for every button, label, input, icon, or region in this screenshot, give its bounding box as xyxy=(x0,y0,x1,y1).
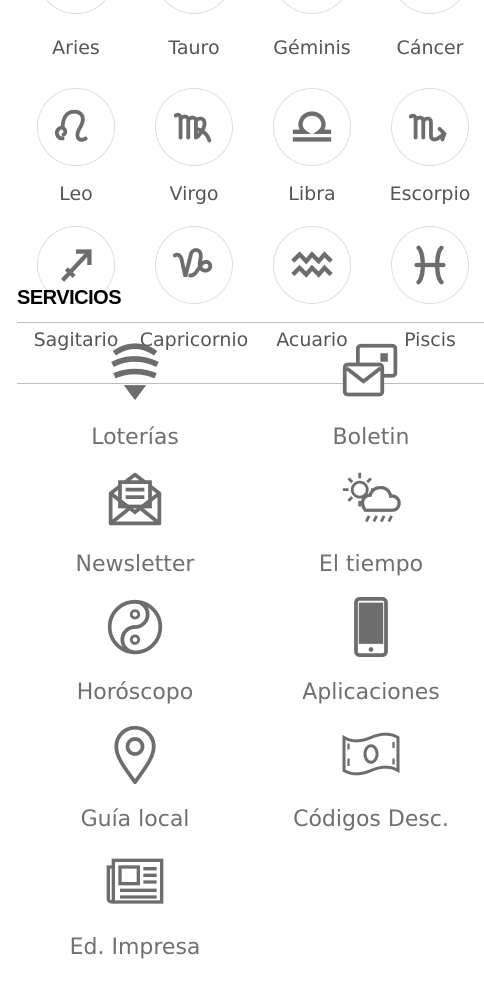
cancer-circle[interactable] xyxy=(391,0,469,14)
divider-top xyxy=(17,322,484,323)
zodiac-label-leo[interactable]: Leo xyxy=(17,183,135,205)
aquarius-icon[interactable] xyxy=(273,226,351,304)
leo-icon[interactable] xyxy=(37,88,115,166)
weather-icon xyxy=(341,467,401,531)
service-label: El tiempo xyxy=(318,552,424,577)
service-label: Boletin xyxy=(332,425,410,450)
bulletin-icon xyxy=(341,340,401,404)
service-label: Horóscopo xyxy=(76,680,194,705)
zodiac-label-libra[interactable]: Libra xyxy=(253,183,371,205)
aries-circle[interactable] xyxy=(37,0,115,14)
zodiac-label-cancer[interactable]: Cáncer xyxy=(371,37,484,59)
libra-icon[interactable] xyxy=(273,88,351,166)
service-label: Códigos Desc. xyxy=(293,807,449,832)
zodiac-label-virgo[interactable]: Virgo xyxy=(135,183,253,205)
service-label: Loterías xyxy=(91,425,179,450)
capricorn-icon[interactable] xyxy=(155,226,233,304)
yin-yang-icon xyxy=(105,595,165,659)
zodiac-label-taurus[interactable]: Tauro xyxy=(135,37,253,59)
zodiac-label-gemini[interactable]: Géminis xyxy=(253,37,371,59)
scorpio-icon[interactable] xyxy=(391,88,469,166)
service-label: Aplicaciones xyxy=(302,680,440,705)
taurus-circle[interactable] xyxy=(155,0,233,14)
gemini-circle[interactable] xyxy=(273,0,351,14)
divider-bottom xyxy=(17,383,484,384)
newspaper-icon xyxy=(105,850,165,914)
lottery-icon xyxy=(105,340,165,404)
service-label: Ed. Impresa xyxy=(69,935,201,960)
service-label: Guía local xyxy=(80,807,190,832)
services-heading: SERVICIOS xyxy=(17,287,122,309)
virgo-icon[interactable] xyxy=(155,88,233,166)
newsletter-icon xyxy=(105,467,165,531)
zodiac-label-aries[interactable]: Aries xyxy=(17,37,135,59)
zodiac-label-scorpio[interactable]: Escorpio xyxy=(371,183,484,205)
banknote-icon xyxy=(341,722,401,786)
pisces-icon[interactable] xyxy=(391,226,469,304)
service-label: Newsletter xyxy=(75,552,195,577)
phone-icon xyxy=(341,595,401,659)
location-pin-icon xyxy=(105,722,165,786)
